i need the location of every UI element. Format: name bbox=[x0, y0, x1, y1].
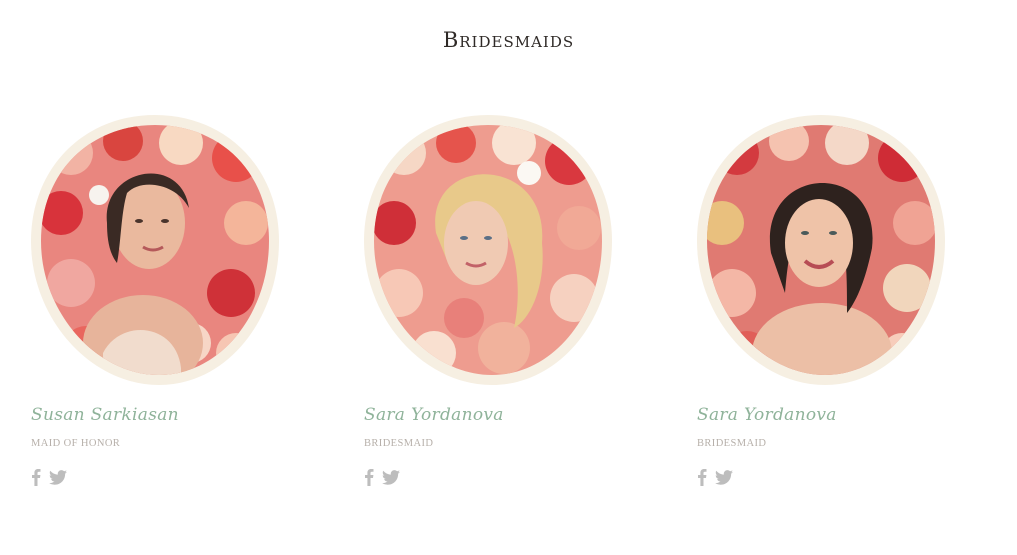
member-role: MAID OF HONOR bbox=[31, 438, 121, 449]
member-role: BRIDESMAID bbox=[697, 438, 767, 449]
portrait-image bbox=[697, 115, 945, 385]
member-card: Sara Yordanova BRIDESMAID bbox=[364, 113, 624, 486]
portrait-image bbox=[31, 115, 279, 385]
member-name: Sara Yordanova bbox=[364, 405, 504, 425]
section-title: Bridesmaids bbox=[442, 28, 575, 52]
member-role: BRIDESMAID bbox=[364, 438, 434, 449]
twitter-icon[interactable] bbox=[382, 469, 400, 485]
member-photo[interactable] bbox=[697, 113, 945, 385]
facebook-icon[interactable] bbox=[697, 468, 707, 486]
member-photo[interactable] bbox=[31, 113, 279, 385]
twitter-icon[interactable] bbox=[715, 469, 733, 485]
portrait-image bbox=[364, 115, 612, 385]
member-card: Susan Sarkiasan MAID OF HONOR bbox=[31, 113, 291, 486]
facebook-icon[interactable] bbox=[31, 468, 41, 486]
member-photo[interactable] bbox=[364, 113, 612, 385]
twitter-icon[interactable] bbox=[49, 469, 67, 485]
facebook-icon[interactable] bbox=[364, 468, 374, 486]
member-name: Susan Sarkiasan bbox=[31, 405, 179, 425]
member-name: Sara Yordanova bbox=[697, 405, 837, 425]
member-card: Sara Yordanova BRIDESMAID bbox=[697, 113, 957, 486]
